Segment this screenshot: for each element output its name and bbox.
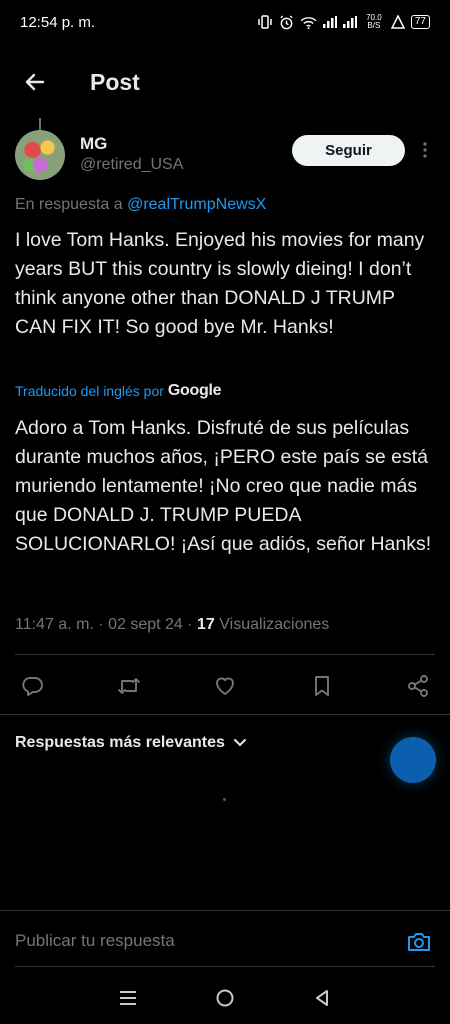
signal-icon-2 bbox=[342, 16, 357, 28]
reply-icon bbox=[22, 677, 43, 696]
status-time: 12:54 p. m. bbox=[20, 13, 96, 31]
share-icon bbox=[408, 675, 428, 697]
translated-by-label: Traducido del inglés por bbox=[15, 383, 164, 399]
tweet-actions bbox=[15, 656, 435, 716]
more-vertical-icon bbox=[423, 142, 427, 158]
page-title: Post bbox=[90, 68, 140, 95]
vibrate-icon bbox=[258, 15, 272, 29]
google-logo: Google bbox=[167, 382, 222, 399]
translation-attribution[interactable]: Traducido del inglés por Google bbox=[15, 382, 222, 400]
reply-mention-link[interactable]: @realTrumpNewsX bbox=[127, 196, 266, 213]
reply-button[interactable] bbox=[15, 669, 49, 703]
tweet-text: I love Tom Hanks. Enjoyed his movies for… bbox=[15, 229, 425, 338]
tweet-meta: 11:47 a. m. · 02 sept 24 · 17 Visualizac… bbox=[15, 616, 329, 634]
recents-button[interactable] bbox=[113, 983, 143, 1013]
tweet-timestamp[interactable]: 11:47 a. m. · 02 sept 24 · bbox=[15, 616, 197, 633]
sort-label: Respuestas más relevantes bbox=[15, 734, 225, 751]
section-divider bbox=[0, 714, 450, 715]
author-display-name[interactable]: MG bbox=[80, 134, 107, 154]
signal-icon bbox=[322, 16, 337, 28]
home-button[interactable] bbox=[210, 983, 240, 1013]
like-button[interactable] bbox=[208, 669, 242, 703]
home-circle-icon bbox=[216, 989, 234, 1007]
reply-input[interactable]: Publicar tu respuesta bbox=[15, 931, 175, 951]
camera-icon bbox=[408, 933, 430, 951]
author-handle[interactable]: @retired_USA bbox=[80, 156, 183, 174]
system-navigation-bar bbox=[0, 972, 450, 1024]
loading-indicator bbox=[223, 798, 226, 801]
compose-fab[interactable] bbox=[390, 737, 436, 783]
chevron-down-icon bbox=[233, 739, 246, 747]
composer-underline bbox=[15, 966, 435, 967]
data-saver-icon bbox=[390, 15, 405, 29]
arrow-left-icon bbox=[25, 73, 45, 91]
triangle-back-icon bbox=[315, 990, 328, 1006]
bookmark-button[interactable] bbox=[305, 669, 339, 703]
tweet-detail: MG @retired_USA Seguir En respuesta a @r… bbox=[0, 118, 450, 801]
heart-icon bbox=[216, 677, 234, 695]
divider bbox=[15, 654, 435, 655]
alarm-icon bbox=[280, 14, 293, 29]
reply-context: En respuesta a @realTrumpNewsX bbox=[15, 196, 266, 214]
author-row: MG @retired_USA Seguir bbox=[0, 118, 450, 188]
status-icons: 70.0 B/S 77 bbox=[257, 14, 430, 30]
net-speed: 70.0 B/S bbox=[366, 13, 382, 30]
battery-indicator: 77 bbox=[410, 15, 430, 29]
replies-sort-dropdown[interactable]: Respuestas más relevantes bbox=[15, 734, 247, 752]
retweet-button[interactable] bbox=[112, 669, 146, 703]
wifi-icon bbox=[300, 16, 317, 29]
camera-button[interactable] bbox=[404, 927, 434, 957]
reply-prefix: En respuesta a bbox=[15, 196, 128, 213]
avatar[interactable] bbox=[15, 130, 65, 180]
follow-button[interactable]: Seguir bbox=[292, 135, 405, 166]
menu-icon bbox=[120, 991, 137, 1005]
system-back-button[interactable] bbox=[307, 983, 337, 1013]
top-app-bar: Post bbox=[0, 56, 450, 108]
back-button[interactable] bbox=[18, 65, 52, 99]
reply-composer: Publicar tu respuesta bbox=[0, 910, 450, 969]
bookmark-icon bbox=[314, 676, 329, 696]
share-button[interactable] bbox=[401, 669, 435, 703]
views-label: Visualizaciones bbox=[214, 616, 330, 633]
status-bar: 12:54 p. m. 70.0 B/S 77 bbox=[0, 0, 450, 44]
translated-text: Adoro a Tom Hanks. Disfruté de sus pelíc… bbox=[15, 417, 432, 555]
more-options-button[interactable] bbox=[418, 138, 432, 162]
views-count: 17 bbox=[197, 616, 215, 633]
retweet-icon bbox=[117, 678, 140, 694]
